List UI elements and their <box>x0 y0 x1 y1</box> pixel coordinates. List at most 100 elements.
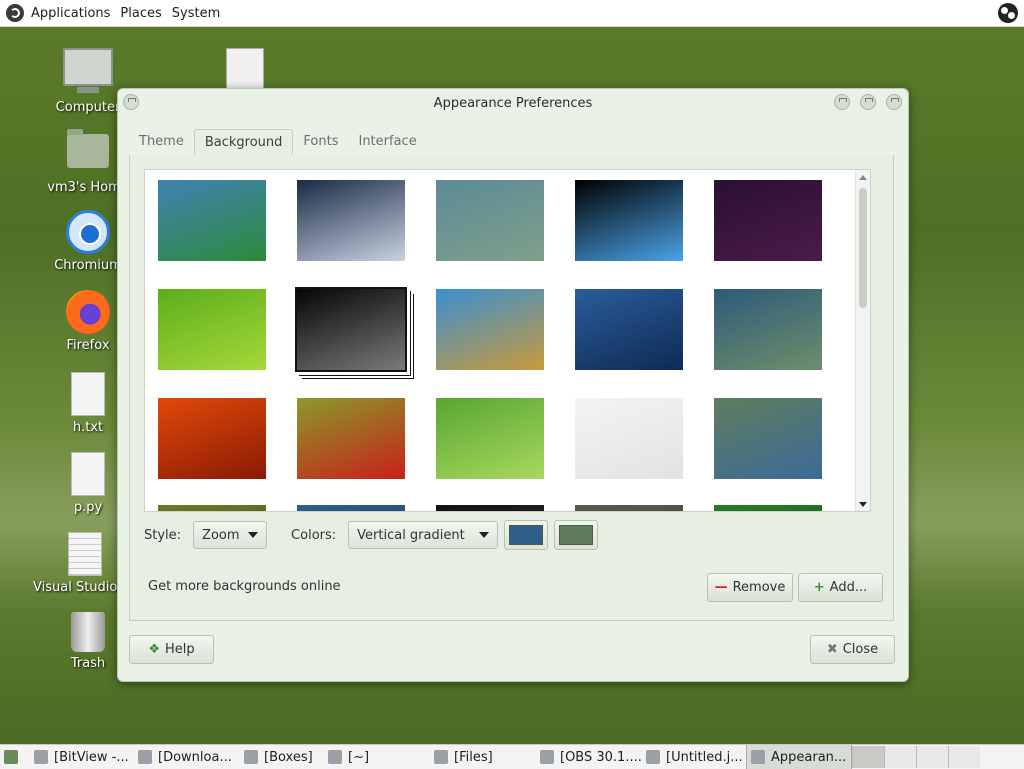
taskbar-button[interactable]: [Boxes] <box>240 745 324 769</box>
style-combo[interactable]: Zoom <box>193 521 268 549</box>
wallpaper-image <box>714 505 822 511</box>
wallpaper-thumbnail-partial-4[interactable] <box>575 505 683 511</box>
tab-background[interactable]: Background <box>193 129 294 156</box>
wallpaper-image <box>158 505 266 511</box>
wallpaper-thumbnail-orange-flower[interactable] <box>158 398 266 479</box>
wallpaper-thumbnail-green-grass[interactable] <box>436 398 544 479</box>
wallpaper-thumbnail-space-rocket[interactable] <box>714 180 822 261</box>
wallpaper-thumbnail-galaxy[interactable] <box>295 287 407 372</box>
wallpaper-thumbnail-blue-abstract[interactable] <box>575 289 683 370</box>
get-more-backgrounds-link[interactable]: Get more backgrounds online <box>148 579 341 594</box>
secondary-color-button[interactable] <box>554 520 599 550</box>
firefox-icon <box>66 290 110 334</box>
wallpaper-thumbnail-teal-gradient[interactable] <box>436 180 544 261</box>
browser-icon <box>34 750 48 764</box>
colors-label: Colors: <box>291 527 337 543</box>
gallery-scrollbar[interactable] <box>855 170 870 511</box>
taskbar-button[interactable]: [Untitled.j... <box>642 745 746 769</box>
distro-logo-icon[interactable] <box>6 4 24 22</box>
document-icon <box>68 532 102 576</box>
menu-applications[interactable]: Applications <box>26 6 115 21</box>
add-button[interactable]: + Add... <box>798 573 883 602</box>
wallpaper-image <box>575 505 683 511</box>
minimize-button[interactable] <box>834 94 850 110</box>
tab-fonts[interactable]: Fonts <box>293 129 348 155</box>
add-icon: + <box>813 580 825 595</box>
wallpaper-image <box>297 398 405 479</box>
taskbar-button-label: [~] <box>348 749 370 765</box>
remove-icon: — <box>714 580 728 595</box>
trash-icon <box>71 612 105 652</box>
taskbar-button-label: [OBS 30.1.... <box>560 749 642 765</box>
desktop-icon-vscode[interactable]: Visual Studio C <box>30 532 122 595</box>
wallpaper-thumbnail-partial-5[interactable] <box>714 505 822 511</box>
colors-combo-value: Vertical gradient <box>357 527 465 543</box>
close-label: Close <box>842 642 879 657</box>
help-icon: ❖ <box>148 642 160 657</box>
obs-tray-icon[interactable] <box>998 3 1018 23</box>
python-file-icon <box>71 452 105 496</box>
wallpaper-thumbnail-partial-3[interactable] <box>436 505 544 511</box>
boxes-icon <box>244 750 258 764</box>
appearance-icon <box>751 750 765 764</box>
taskbar-button-label: [Untitled.j... <box>666 749 743 765</box>
close-window-button[interactable] <box>886 94 902 110</box>
workspace-switcher-4[interactable] <box>948 746 980 768</box>
tab-interface[interactable]: Interface <box>348 129 426 155</box>
colors-combo[interactable]: Vertical gradient <box>348 521 499 549</box>
add-label: Add... <box>829 580 868 595</box>
menu-places[interactable]: Places <box>115 6 166 21</box>
show-desktop-icon <box>4 750 18 764</box>
wallpaper-image <box>158 398 266 479</box>
desktop-icon-label: Visual Studio C <box>33 580 122 595</box>
taskbar-button[interactable]: [Files] <box>430 745 536 769</box>
taskbar-button[interactable]: [Downloa... <box>134 745 240 769</box>
preferences-notebook: Theme Background Fonts Interface Style: … <box>129 129 894 621</box>
maximize-button[interactable] <box>860 94 876 110</box>
chromium-icon <box>66 210 110 254</box>
taskbar-button[interactable]: [~] <box>324 745 430 769</box>
style-combo-value: Zoom <box>202 527 240 543</box>
taskbar-button[interactable]: Appearan... <box>746 745 852 769</box>
taskbar-button-label: [Boxes] <box>264 749 313 765</box>
help-button[interactable]: ❖ Help <box>129 635 214 664</box>
window-titlebar[interactable]: Appearance Preferences <box>118 89 908 117</box>
wallpaper-thumbnail-water-drop[interactable] <box>297 180 405 261</box>
wallpaper-thumbnail-red-flower[interactable] <box>297 398 405 479</box>
scrollbar-thumb[interactable] <box>859 188 867 308</box>
main-menu: Applications Places System <box>0 0 225 26</box>
editor-icon <box>646 750 660 764</box>
secondary-color-swatch <box>559 525 594 545</box>
wallpaper-thumbnail-partial-2[interactable] <box>297 505 405 511</box>
wallpaper-thumbnail-white-logo[interactable] <box>575 398 683 479</box>
workspace-switcher-2[interactable] <box>884 746 916 768</box>
obs-icon <box>540 750 554 764</box>
wallpaper-thumbnail-green-leaf[interactable] <box>158 289 266 370</box>
close-button[interactable]: ✖ Close <box>810 635 895 664</box>
desktop-file-icon[interactable] <box>226 48 264 92</box>
workspace-switcher-3[interactable] <box>916 746 948 768</box>
wallpaper-image <box>297 180 405 261</box>
wallpaper-thumbnail-partial-1[interactable] <box>158 505 266 511</box>
primary-color-button[interactable] <box>504 520 549 550</box>
menu-system[interactable]: System <box>167 6 225 21</box>
workspace-switcher-1[interactable] <box>852 746 884 768</box>
show-desktop-button[interactable] <box>0 745 30 769</box>
terminal-icon <box>328 750 342 764</box>
wallpaper-thumbnail-blue-green-gradient[interactable] <box>158 180 266 261</box>
window-title: Appearance Preferences <box>433 96 593 111</box>
taskbar-button-label: [BitView -... <box>54 749 129 765</box>
tab-theme[interactable]: Theme <box>129 129 194 155</box>
scroll-down-arrow-icon[interactable] <box>859 502 867 507</box>
wallpaper-gallery[interactable] <box>144 169 871 512</box>
wallpaper-thumbnail-green-blue-wave[interactable] <box>714 398 822 479</box>
taskbar-button[interactable]: [BitView -... <box>30 745 134 769</box>
remove-button[interactable]: — Remove <box>707 573 793 602</box>
taskbar-button[interactable]: [OBS 30.1.... <box>536 745 642 769</box>
wallpaper-thumbnail-arch-logo[interactable] <box>575 180 683 261</box>
folder-icon <box>434 750 448 764</box>
wallpaper-thumbnail-blue-green-dots[interactable] <box>714 289 822 370</box>
wallpaper-image <box>158 180 266 261</box>
scroll-up-arrow-icon[interactable] <box>859 175 867 180</box>
wallpaper-thumbnail-beach-grass[interactable] <box>436 289 544 370</box>
